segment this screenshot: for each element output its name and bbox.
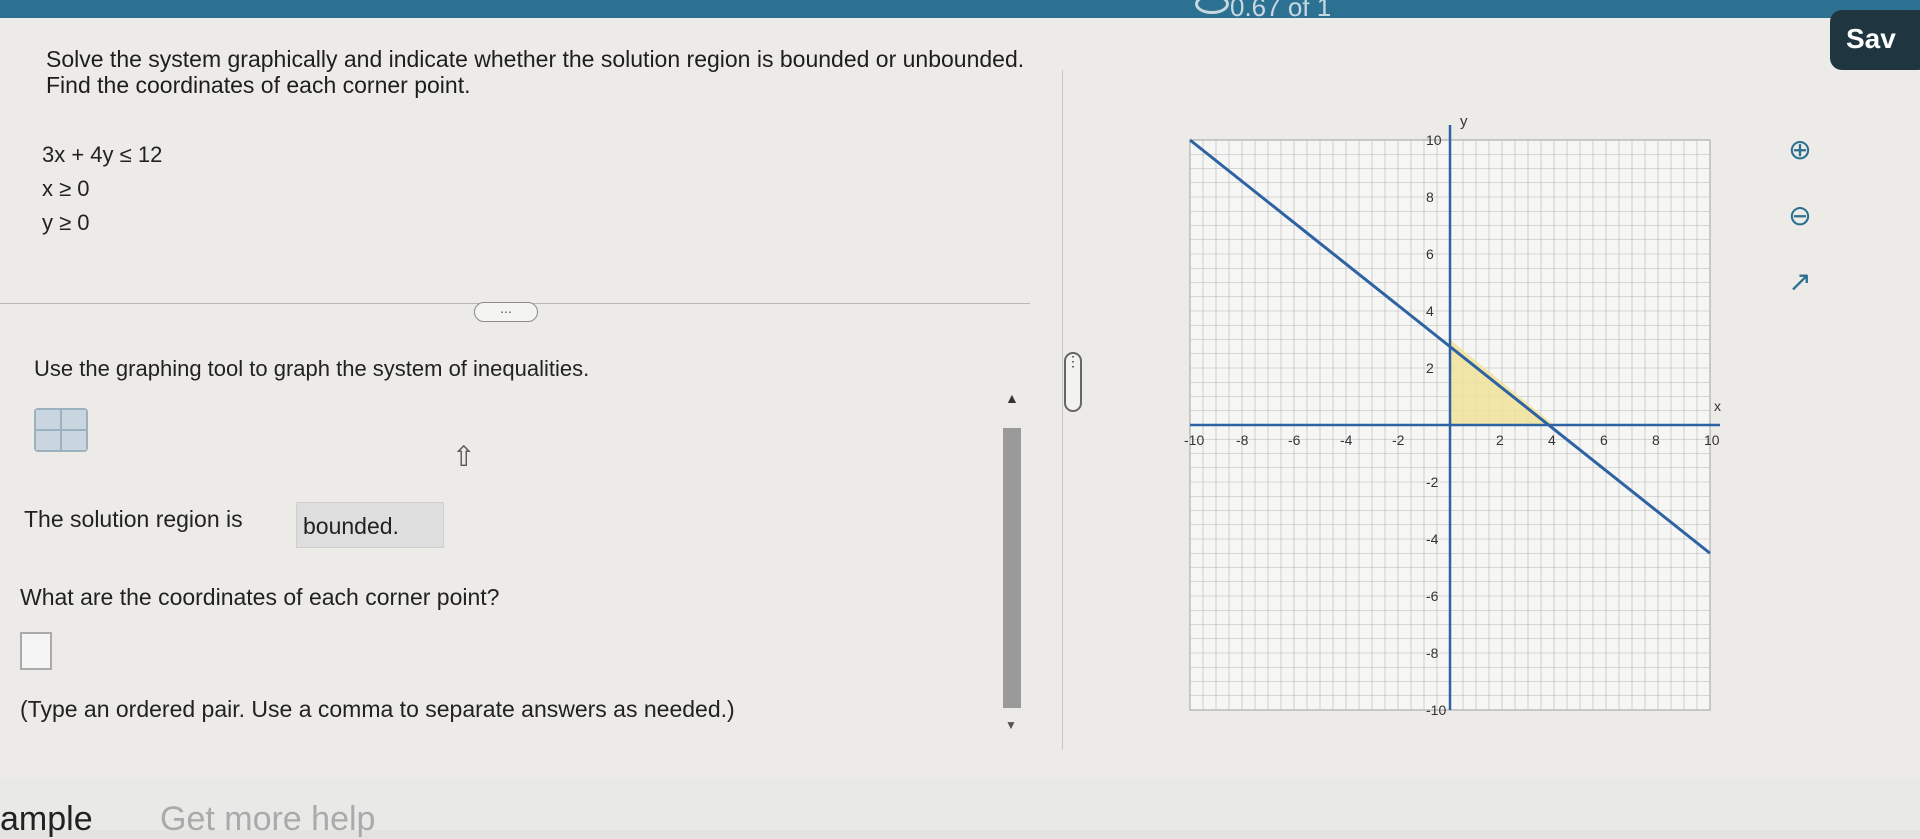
x-tick-label: -4 (1340, 432, 1353, 448)
y-tick-label: -2 (1426, 474, 1439, 490)
x-tick-label: 4 (1548, 432, 1556, 448)
x-tick-label: 6 (1600, 432, 1608, 448)
x-tick-label: 10 (1704, 432, 1720, 448)
x-tick-label: 8 (1652, 432, 1660, 448)
y-tick-label: -8 (1426, 645, 1439, 661)
example-link[interactable]: ample (0, 800, 93, 839)
graphing-tool-icon[interactable] (34, 408, 88, 452)
scrollbar[interactable] (1003, 428, 1021, 708)
x-tick-label: -6 (1288, 432, 1301, 448)
y-tick-label: 6 (1426, 246, 1434, 262)
mouse-cursor-icon: ⇧ (452, 441, 476, 472)
panel-divider (1062, 70, 1063, 750)
save-button[interactable]: Sav (1830, 10, 1920, 70)
y-tick-label: 8 (1426, 189, 1434, 205)
x-tick-label: -2 (1392, 432, 1405, 448)
x-axis-label: x (1714, 398, 1721, 414)
zoom-in-icon[interactable]: ⊕ (1780, 130, 1820, 170)
answer-hint: (Type an ordered pair. Use a comma to se… (20, 696, 735, 722)
y-tick-label: -10 (1426, 702, 1446, 718)
x-tick-label: -8 (1236, 432, 1249, 448)
progress-ring-icon (1195, 0, 1229, 14)
x-tick-label: -10 (1184, 432, 1204, 448)
get-more-help-link[interactable]: Get more help (160, 800, 375, 839)
y-tick-label: -6 (1426, 588, 1439, 604)
solution-region-label: The solution region is (24, 506, 243, 532)
inequality-3: y ≥ 0 (42, 210, 90, 235)
zoom-out-icon[interactable]: ⊖ (1780, 196, 1820, 236)
y-axis-label: y (1460, 113, 1468, 130)
inequality-1: 3x + 4y ≤ 12 (42, 142, 163, 167)
question-text: Solve the system graphically and indicat… (46, 46, 1025, 98)
scroll-down-arrow-icon[interactable]: ▼ (1005, 718, 1017, 732)
more-options-button[interactable]: ... (474, 301, 538, 322)
y-tick-label: 2 (1426, 360, 1434, 376)
y-tick-label: -4 (1426, 531, 1439, 547)
corner-point-question: What are the coordinates of each corner … (20, 584, 500, 610)
coordinate-graph[interactable]: -10 -8 -6 -4 -2 2 4 6 8 10 10 8 6 4 2 -2 -4 -6 -8 -10 x y (1150, 110, 1730, 720)
solution-region-dropdown[interactable]: bounded. (296, 502, 444, 548)
inequality-2: x ≥ 0 (42, 176, 90, 201)
popout-icon[interactable]: ↗ (1780, 262, 1820, 302)
y-tick-label: 10 (1426, 132, 1442, 148)
corner-point-input[interactable] (20, 632, 52, 670)
x-tick-label: 2 (1496, 432, 1504, 448)
inequality-list: 3x + 4y ≤ 12 x ≥ 0 y ≥ 0 (42, 138, 162, 240)
graph-area[interactable]: -10 -8 -6 -4 -2 2 4 6 8 10 10 8 6 4 2 -2 -4 -6 -8 -10 x y (1150, 110, 1730, 720)
panel-resize-handle[interactable]: ⋮ (1064, 352, 1082, 412)
scroll-up-arrow-icon[interactable]: ▲ (1005, 390, 1019, 406)
graph-tools: ⊕ ⊖ ↗ (1780, 130, 1820, 328)
instruction-text: Use the graphing tool to graph the syste… (34, 356, 590, 381)
y-tick-label: 4 (1426, 303, 1434, 319)
